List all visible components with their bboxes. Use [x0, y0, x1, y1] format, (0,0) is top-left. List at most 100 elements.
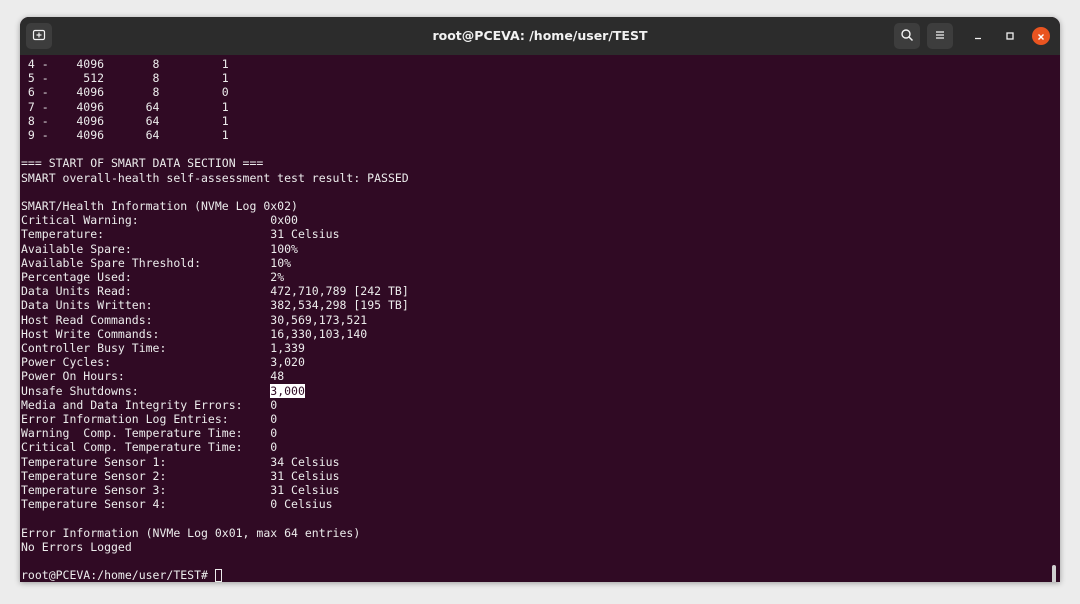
smart-field-row: Critical Warning: 0x00	[21, 213, 298, 227]
field-gap	[139, 384, 271, 398]
title-bar[interactable]: root@PCEVA: /home/user/TEST	[20, 17, 1060, 55]
smart-field-row: Data Units Read: 472,710,789 [242 TB]	[21, 284, 409, 298]
smart-field-label: Temperature Sensor 1:	[21, 454, 167, 469]
scrollbar[interactable]	[1052, 565, 1056, 582]
smart-field-label: Power Cycles:	[21, 355, 112, 370]
field-gap	[111, 355, 270, 369]
smart-field-row: Host Read Commands: 30,569,173,521	[21, 313, 367, 327]
search-icon	[900, 27, 914, 46]
smart-field-row: Data Units Written: 382,534,298 [195 TB]	[21, 298, 409, 312]
smart-field-label: Host Write Commands:	[21, 326, 160, 341]
maximize-button[interactable]	[1001, 27, 1019, 45]
smart-fields: Critical Warning: 0x00 Temperature: 31 C…	[21, 213, 409, 511]
smart-field-row: Available Spare Threshold: 10%	[21, 256, 291, 270]
smart-field-row: Controller Busy Time: 1,339	[21, 341, 305, 355]
text-cursor	[214, 569, 222, 582]
smart-field-value: 34 Celsius	[270, 454, 340, 469]
selected-value[interactable]: 3,000	[270, 383, 305, 398]
lba-row: 8 - 4096 64 1	[21, 113, 229, 128]
smart-field-label: Available Spare:	[21, 241, 132, 256]
smart-field-row: Temperature: 31 Celsius	[21, 227, 340, 241]
smart-field-label: Unsafe Shutdowns:	[21, 383, 139, 398]
smart-field-value: 16,330,103,140	[270, 326, 368, 341]
field-gap	[243, 440, 271, 454]
menu-button[interactable]	[927, 23, 953, 49]
smart-field-label: Data Units Read:	[21, 284, 132, 299]
smart-field-value: 0	[270, 412, 278, 427]
field-gap	[243, 398, 271, 412]
smart-field-value: 2%	[270, 270, 285, 285]
smart-field-label: Data Units Written:	[21, 298, 153, 313]
smart-section-header: === START OF SMART DATA SECTION ===	[21, 156, 264, 171]
smart-field-row: Temperature Sensor 3: 31 Celsius	[21, 483, 340, 497]
close-icon	[1036, 27, 1046, 46]
smart-field-label: Available Spare Threshold:	[21, 255, 202, 270]
field-gap	[132, 242, 270, 256]
field-gap	[229, 412, 271, 426]
field-gap	[132, 270, 270, 284]
smart-field-row: Temperature Sensor 4: 0 Celsius	[21, 497, 333, 511]
smart-field-value: 382,534,298 [195 TB]	[270, 298, 409, 313]
hamburger-menu-icon	[933, 27, 947, 46]
smart-field-label: Critical Comp. Temperature Time:	[21, 440, 243, 455]
smart-field-label: Critical Warning:	[21, 213, 139, 228]
terminal-output: 4 - 4096 8 1 5 - 512 8 1 6 - 4096 8 0 7 …	[21, 57, 409, 582]
smart-field-row: Power Cycles: 3,020	[21, 355, 305, 369]
smart-field-label: Temperature Sensor 3:	[21, 483, 167, 498]
field-gap	[153, 313, 271, 327]
smart-field-row: Percentage Used: 2%	[21, 270, 284, 284]
lba-format-table: 4 - 4096 8 1 5 - 512 8 1 6 - 4096 8 0 7 …	[21, 57, 229, 142]
error-info-title: Error Information (NVMe Log 0x01, max 64…	[21, 525, 361, 540]
smart-field-value: 472,710,789 [242 TB]	[270, 284, 409, 299]
smart-field-value: 31 Celsius	[270, 483, 340, 498]
field-gap	[153, 298, 271, 312]
field-gap	[243, 426, 271, 440]
field-gap	[139, 213, 271, 227]
smart-field-row: Available Spare: 100%	[21, 242, 298, 256]
smart-field-row: Temperature Sensor 2: 31 Celsius	[21, 469, 340, 483]
smart-field-value: 31 Celsius	[270, 227, 340, 242]
smart-field-row: Power On Hours: 48	[21, 369, 284, 383]
new-tab-button[interactable]	[26, 23, 52, 49]
field-gap	[104, 227, 270, 241]
smart-field-label: Media and Data Integrity Errors:	[21, 397, 243, 412]
new-tab-icon	[32, 27, 46, 46]
terminal-window: root@PCEVA: /home/user/TEST 4 - 4096 8 1…	[20, 17, 1060, 582]
field-gap	[201, 256, 270, 270]
smart-field-row: Media and Data Integrity Errors: 0	[21, 398, 277, 412]
smart-field-row: Error Information Log Entries: 0	[21, 412, 277, 426]
field-gap	[166, 469, 270, 483]
smart-field-value: 48	[270, 369, 285, 384]
smart-field-value: 1,339	[270, 341, 305, 356]
smart-field-value: 0x00	[270, 213, 298, 228]
lba-row: 7 - 4096 64 1	[21, 99, 229, 114]
smart-field-value: 0	[270, 397, 278, 412]
minimize-icon	[972, 27, 984, 46]
smart-field-label: Temperature Sensor 4:	[21, 497, 167, 512]
lba-row: 5 - 512 8 1	[21, 71, 229, 86]
smart-field-value: 30,569,173,521	[270, 312, 368, 327]
shell-prompt: root@PCEVA:/home/user/TEST#	[21, 568, 215, 582]
maximize-icon	[1004, 27, 1016, 46]
lba-row: 6 - 4096 8 0	[21, 85, 229, 100]
smart-field-value: 3,020	[270, 355, 305, 370]
field-gap	[166, 497, 270, 511]
smart-field-row: Unsafe Shutdowns: 3,000	[21, 383, 305, 398]
field-gap	[159, 327, 270, 341]
search-button[interactable]	[894, 23, 920, 49]
close-button[interactable]	[1032, 27, 1050, 45]
minimize-button[interactable]	[969, 27, 987, 45]
smart-field-value: 100%	[270, 241, 298, 256]
smart-field-label: Controller Busy Time:	[21, 341, 167, 356]
smart-field-row: Critical Comp. Temperature Time: 0	[21, 440, 277, 454]
smart-field-value: 0 Celsius	[270, 497, 333, 512]
smart-field-value: 31 Celsius	[270, 468, 340, 483]
smart-field-label: Power On Hours:	[21, 369, 125, 384]
smart-field-row: Warning Comp. Temperature Time: 0	[21, 426, 277, 440]
smart-field-label: Host Read Commands:	[21, 312, 153, 327]
smart-field-label: Temperature Sensor 2:	[21, 468, 167, 483]
lba-row: 4 - 4096 8 1	[21, 57, 229, 71]
smart-field-value: 10%	[270, 255, 292, 270]
field-gap	[125, 369, 270, 383]
terminal-area[interactable]: 4 - 4096 8 1 5 - 512 8 1 6 - 4096 8 0 7 …	[20, 55, 1060, 582]
